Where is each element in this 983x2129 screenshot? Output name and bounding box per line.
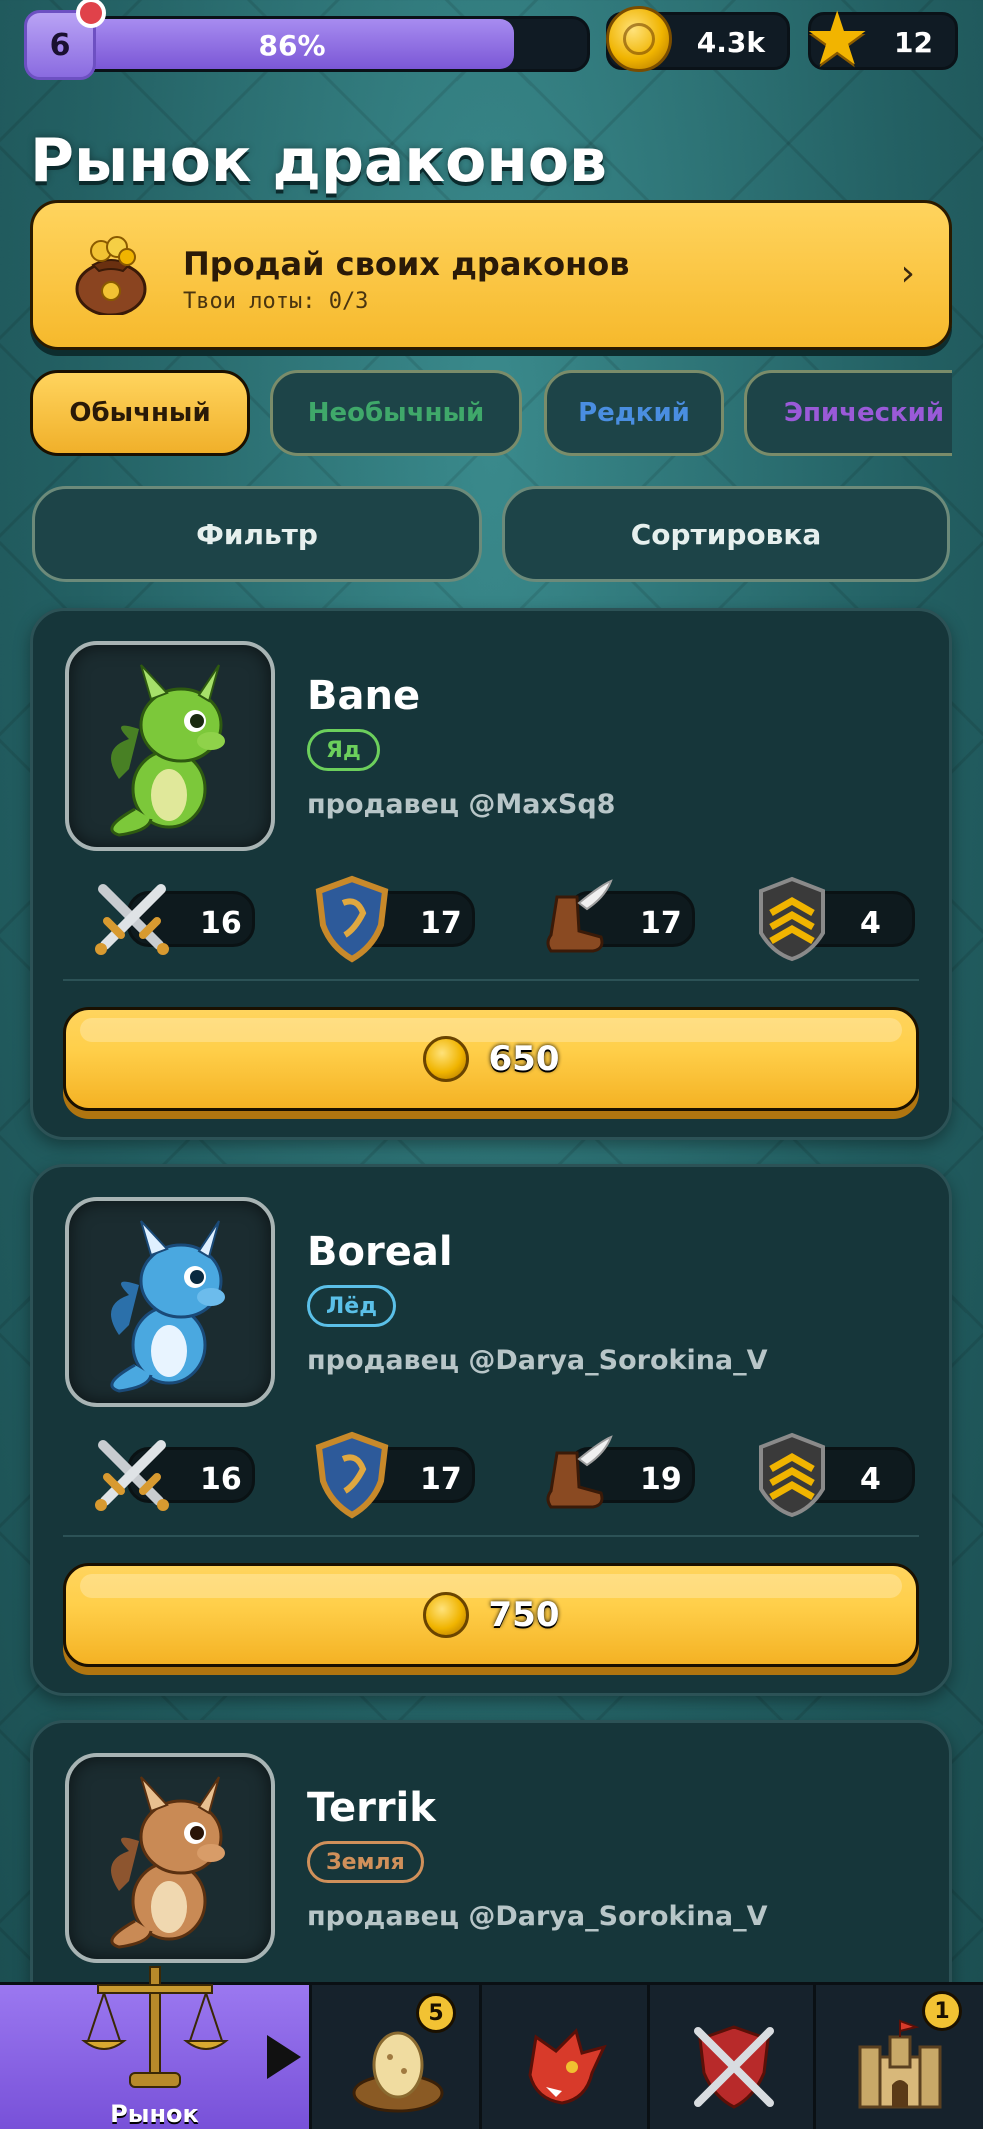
shield-icon <box>315 875 389 963</box>
nav-dragons[interactable] <box>482 1985 650 2129</box>
speed-value: 19 <box>640 1462 682 1497</box>
play-arrow-icon <box>267 2035 301 2079</box>
dragon-icon <box>110 1220 225 1393</box>
eggs-badge: 5 <box>416 1993 456 2033</box>
castle-icon <box>858 2019 942 2109</box>
nav-market-label: Рынок <box>110 2100 199 2128</box>
dragon-card: Bane Яд продавец @MaxSq8 16 17 17 4 650 <box>30 608 952 1140</box>
dragon-icon <box>110 664 225 837</box>
buy-button[interactable]: 650 <box>63 1007 919 1111</box>
price: 750 <box>488 1595 560 1635</box>
attack-value: 16 <box>200 906 242 941</box>
rank-value: 4 <box>860 906 881 941</box>
buy-button[interactable]: 750 <box>63 1563 919 1667</box>
nav-castle[interactable]: 1 <box>816 1985 983 2129</box>
rarity-tabs: Обычный Необычный Редкий Эпический <box>30 370 952 458</box>
star-amount: 12 <box>894 26 933 59</box>
dragon-stats: 16 17 17 4 <box>33 873 949 963</box>
stat-attack: 16 <box>87 1429 257 1519</box>
dragon-avatar[interactable] <box>65 641 275 851</box>
coin-icon <box>422 1592 469 1638</box>
element-badge: Земля <box>307 1841 424 1883</box>
coin-amount: 4.3k <box>696 26 765 59</box>
defense-value: 17 <box>420 1462 462 1497</box>
dragon-name: Boreal <box>307 1229 453 1275</box>
nav-market[interactable]: Рынок <box>0 1966 312 2129</box>
nav-battle[interactable] <box>650 1985 816 2129</box>
divider <box>63 979 919 981</box>
chevron-right-icon: › <box>900 253 915 294</box>
coin-icon <box>422 1036 469 1082</box>
attack-value: 16 <box>200 1462 242 1497</box>
xp-bar: 86% 6 <box>24 0 590 80</box>
stat-rank: 4 <box>747 1429 917 1519</box>
tab-epic[interactable]: Эпический <box>744 370 952 456</box>
bottom-nav: Рынок 5 1 <box>0 1966 983 2129</box>
seller-name: продавец @MaxSq8 <box>307 789 616 820</box>
dragon-head-icon <box>528 2028 607 2105</box>
tab-uncommon[interactable]: Необычный <box>270 370 522 456</box>
shield-icon <box>315 1431 389 1519</box>
stat-rank: 4 <box>747 873 917 963</box>
stat-defense: 17 <box>307 1429 477 1519</box>
scales-icon <box>81 1966 229 2088</box>
tab-rare[interactable]: Редкий <box>544 370 724 456</box>
sell-banner-title: Продай своих драконов <box>183 245 630 283</box>
status-bar: 86% 6 4.3k 12 ★ <box>0 0 983 80</box>
element-badge: Яд <box>307 729 380 771</box>
dragon-card: Boreal Лёд продавец @Darya_Sorokina_V 16… <box>30 1164 952 1696</box>
defense-value: 17 <box>420 906 462 941</box>
dragon-name: Bane <box>307 673 421 719</box>
money-bag-icon <box>75 236 147 315</box>
castle-badge: 1 <box>922 1991 962 2031</box>
winged-boot-icon <box>546 1435 613 1509</box>
seller-name: продавец @Darya_Sorokina_V <box>307 1345 768 1376</box>
rank-chevron-icon <box>759 876 825 962</box>
xp-track: 86% <box>64 16 590 72</box>
divider <box>63 1535 919 1537</box>
tab-common[interactable]: Обычный <box>30 370 250 456</box>
seller-name: продавец @Darya_Sorokina_V <box>307 1901 768 1932</box>
egg-nest-icon <box>352 2031 444 2113</box>
crossed-swords-icon <box>95 1440 169 1511</box>
sort-button[interactable]: Сортировка <box>502 486 950 582</box>
winged-boot-icon <box>546 879 613 953</box>
filter-button[interactable]: Фильтр <box>32 486 482 582</box>
dragon-avatar[interactable] <box>65 1753 275 1963</box>
sell-banner-lots: Твои лоты: 0/3 <box>183 289 369 314</box>
dragon-icon <box>110 1776 225 1949</box>
stat-speed: 17 <box>527 873 697 963</box>
dragon-stats: 16 17 19 4 <box>33 1429 949 1519</box>
page-title: Рынок драконов <box>30 126 608 196</box>
rank-value: 4 <box>860 1462 881 1497</box>
sell-dragons-banner[interactable]: Продай своих драконов Твои лоты: 0/3 › <box>30 200 952 350</box>
price: 650 <box>488 1039 560 1079</box>
stat-speed: 19 <box>527 1429 697 1519</box>
rank-chevron-icon <box>759 1432 825 1518</box>
dragon-name: Terrik <box>307 1785 436 1831</box>
crossed-swords-icon <box>95 884 169 955</box>
nav-eggs[interactable]: 5 <box>312 1985 482 2129</box>
speed-value: 17 <box>640 906 682 941</box>
level-number: 6 <box>49 27 71 63</box>
stat-attack: 16 <box>87 873 257 963</box>
element-badge: Лёд <box>307 1285 396 1327</box>
coin-icon <box>606 6 672 72</box>
star-icon: ★ <box>804 0 871 82</box>
dragon-avatar[interactable] <box>65 1197 275 1407</box>
battle-shield-icon <box>694 2025 774 2109</box>
xp-percent: 86% <box>258 29 326 62</box>
stat-defense: 17 <box>307 873 477 963</box>
